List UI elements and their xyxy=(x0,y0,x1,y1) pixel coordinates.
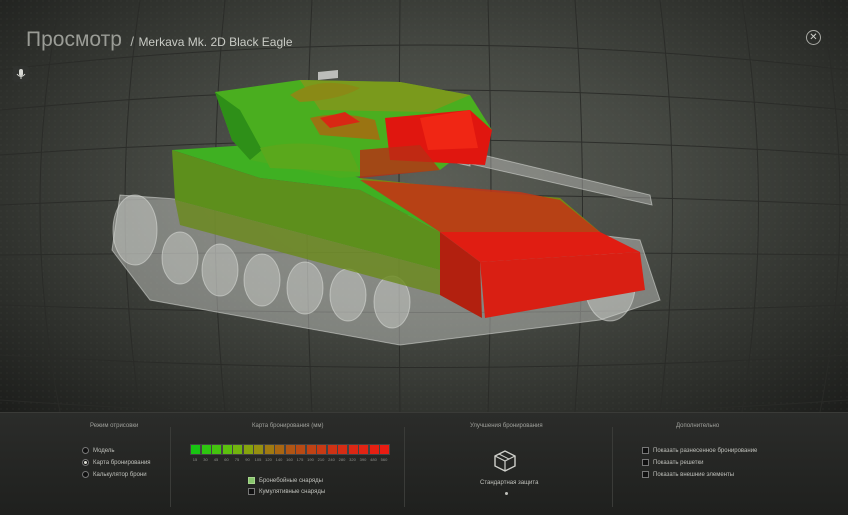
scale-swatch xyxy=(211,444,222,455)
extra-spaced-armor[interactable]: Показать разнесенное бронирование xyxy=(642,447,757,455)
extra-external[interactable]: Показать внешние элементы xyxy=(642,471,734,479)
close-button[interactable]: ✕ xyxy=(806,30,821,45)
render-mode-model[interactable]: Модель xyxy=(82,447,115,455)
extra-title: Дополнительно xyxy=(676,423,720,429)
tank-scene[interactable] xyxy=(0,0,848,412)
armor-map-title: Карта бронирования (мм) xyxy=(252,423,324,429)
scale-swatch xyxy=(305,444,317,455)
armor-plate-icon xyxy=(494,450,516,472)
scale-swatch xyxy=(190,444,201,455)
column-divider xyxy=(170,427,171,507)
tank-viewport[interactable]: Просмотр / Merkava Mk. 2D Black Eagle ✕ xyxy=(0,0,848,412)
scale-swatch xyxy=(358,444,369,455)
scale-swatch xyxy=(274,444,285,455)
upgrade-standard-button[interactable] xyxy=(490,446,520,481)
checkbox-screens[interactable] xyxy=(642,459,649,466)
voice-chat-button[interactable] xyxy=(13,66,29,82)
render-mode-armor-calc[interactable]: Калькулятор брони xyxy=(82,471,147,479)
armor-upgrades-title: Улучшения бронирования xyxy=(470,423,543,429)
scale-swatch xyxy=(232,444,243,455)
scale-swatch xyxy=(326,444,338,455)
scale-label: 560 xyxy=(380,457,388,462)
scale-swatch xyxy=(200,444,212,455)
column-divider xyxy=(404,427,405,507)
scale-swatch xyxy=(221,444,233,455)
scale-swatch xyxy=(295,444,306,455)
bottom-panel: Режим отрисовки Модель Карта бронировани… xyxy=(0,412,848,515)
microphone-icon xyxy=(16,69,26,79)
scale-swatch xyxy=(368,444,380,455)
scale-swatch xyxy=(316,444,327,455)
scale-swatch xyxy=(263,444,275,455)
scale-swatch xyxy=(242,444,254,455)
radio-model[interactable] xyxy=(82,447,89,454)
pagination-dot[interactable] xyxy=(505,492,508,495)
column-divider xyxy=(612,427,613,507)
close-icon: ✕ xyxy=(809,32,818,43)
title-main: Просмотр xyxy=(26,28,122,51)
radio-armor-map[interactable] xyxy=(82,459,89,466)
scale-swatch xyxy=(347,444,359,455)
shell-heat-option[interactable]: Кумулятивные снаряды xyxy=(248,488,325,496)
checkbox-heat[interactable] xyxy=(248,488,255,495)
page-title: Просмотр / Merkava Mk. 2D Black Eagle xyxy=(26,28,293,52)
checkbox-external[interactable] xyxy=(642,471,649,478)
title-separator: / xyxy=(130,34,134,49)
checkbox-spaced-armor[interactable] xyxy=(642,447,649,454)
scale-swatch xyxy=(337,444,348,455)
scale-swatch xyxy=(284,444,296,455)
render-mode-title: Режим отрисовки xyxy=(90,423,139,429)
extra-screens[interactable]: Показать решетки xyxy=(642,459,704,467)
render-mode-armor-map[interactable]: Карта бронирования xyxy=(82,459,151,467)
scale-swatch xyxy=(253,444,264,455)
scale-swatch xyxy=(379,444,390,455)
vehicle-name: Merkava Mk. 2D Black Eagle xyxy=(138,35,293,49)
shell-ap-option[interactable]: Бронебойные снаряды xyxy=(248,477,323,485)
checkbox-ap[interactable] xyxy=(248,477,255,484)
radio-armor-calc[interactable] xyxy=(82,471,89,478)
